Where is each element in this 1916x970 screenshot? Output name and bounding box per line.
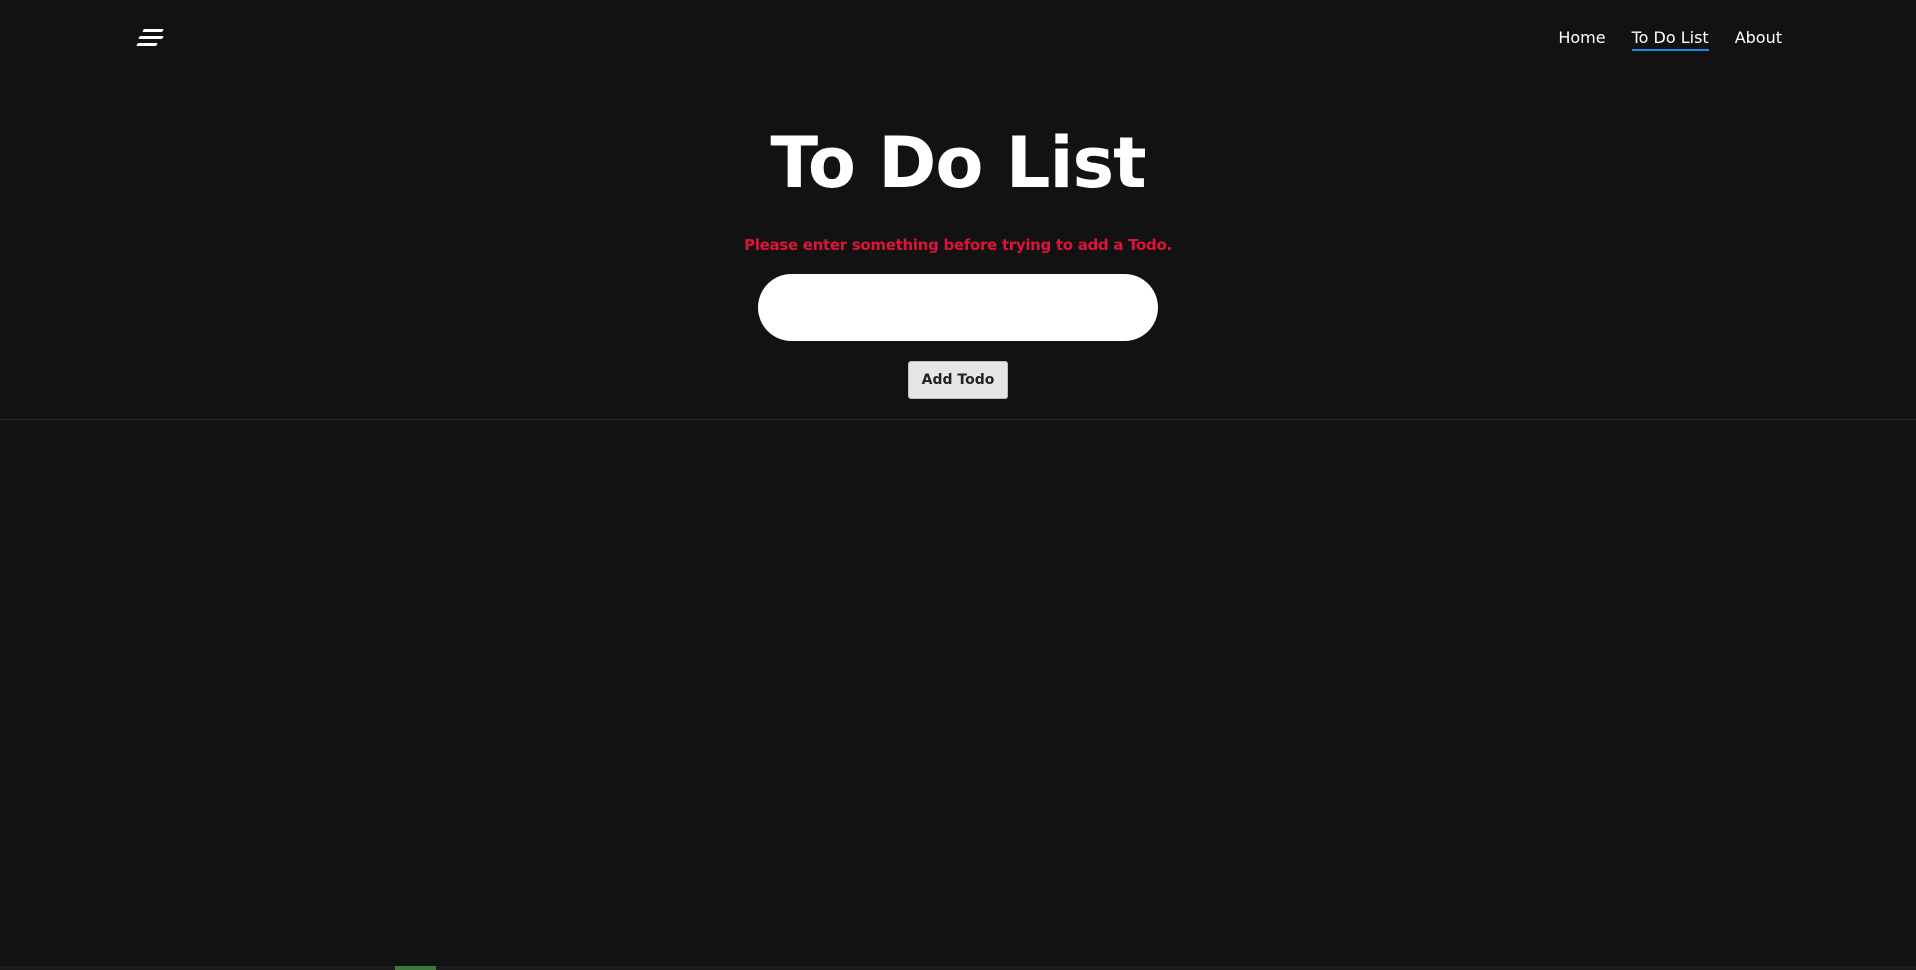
nav-home[interactable]: Home	[1558, 28, 1605, 51]
menu-lines-icon[interactable]	[136, 29, 165, 47]
top-nav: Home To Do List About	[1558, 28, 1782, 51]
page-title: To Do List	[770, 122, 1146, 204]
page: Home To Do List About To Do List Please …	[0, 0, 1916, 970]
logo-line	[138, 36, 164, 39]
nav-about[interactable]: About	[1735, 28, 1782, 51]
todo-input[interactable]	[758, 274, 1158, 341]
nav-to-do-list[interactable]: To Do List	[1631, 28, 1709, 51]
add-todo-button[interactable]: Add Todo	[908, 361, 1008, 399]
logo-line	[136, 43, 158, 46]
divider	[0, 419, 1916, 420]
logo-line	[142, 29, 164, 32]
bottom-accent	[395, 966, 436, 970]
bottom-strip	[0, 966, 1916, 970]
error-message: Please enter something before trying to …	[744, 236, 1172, 254]
